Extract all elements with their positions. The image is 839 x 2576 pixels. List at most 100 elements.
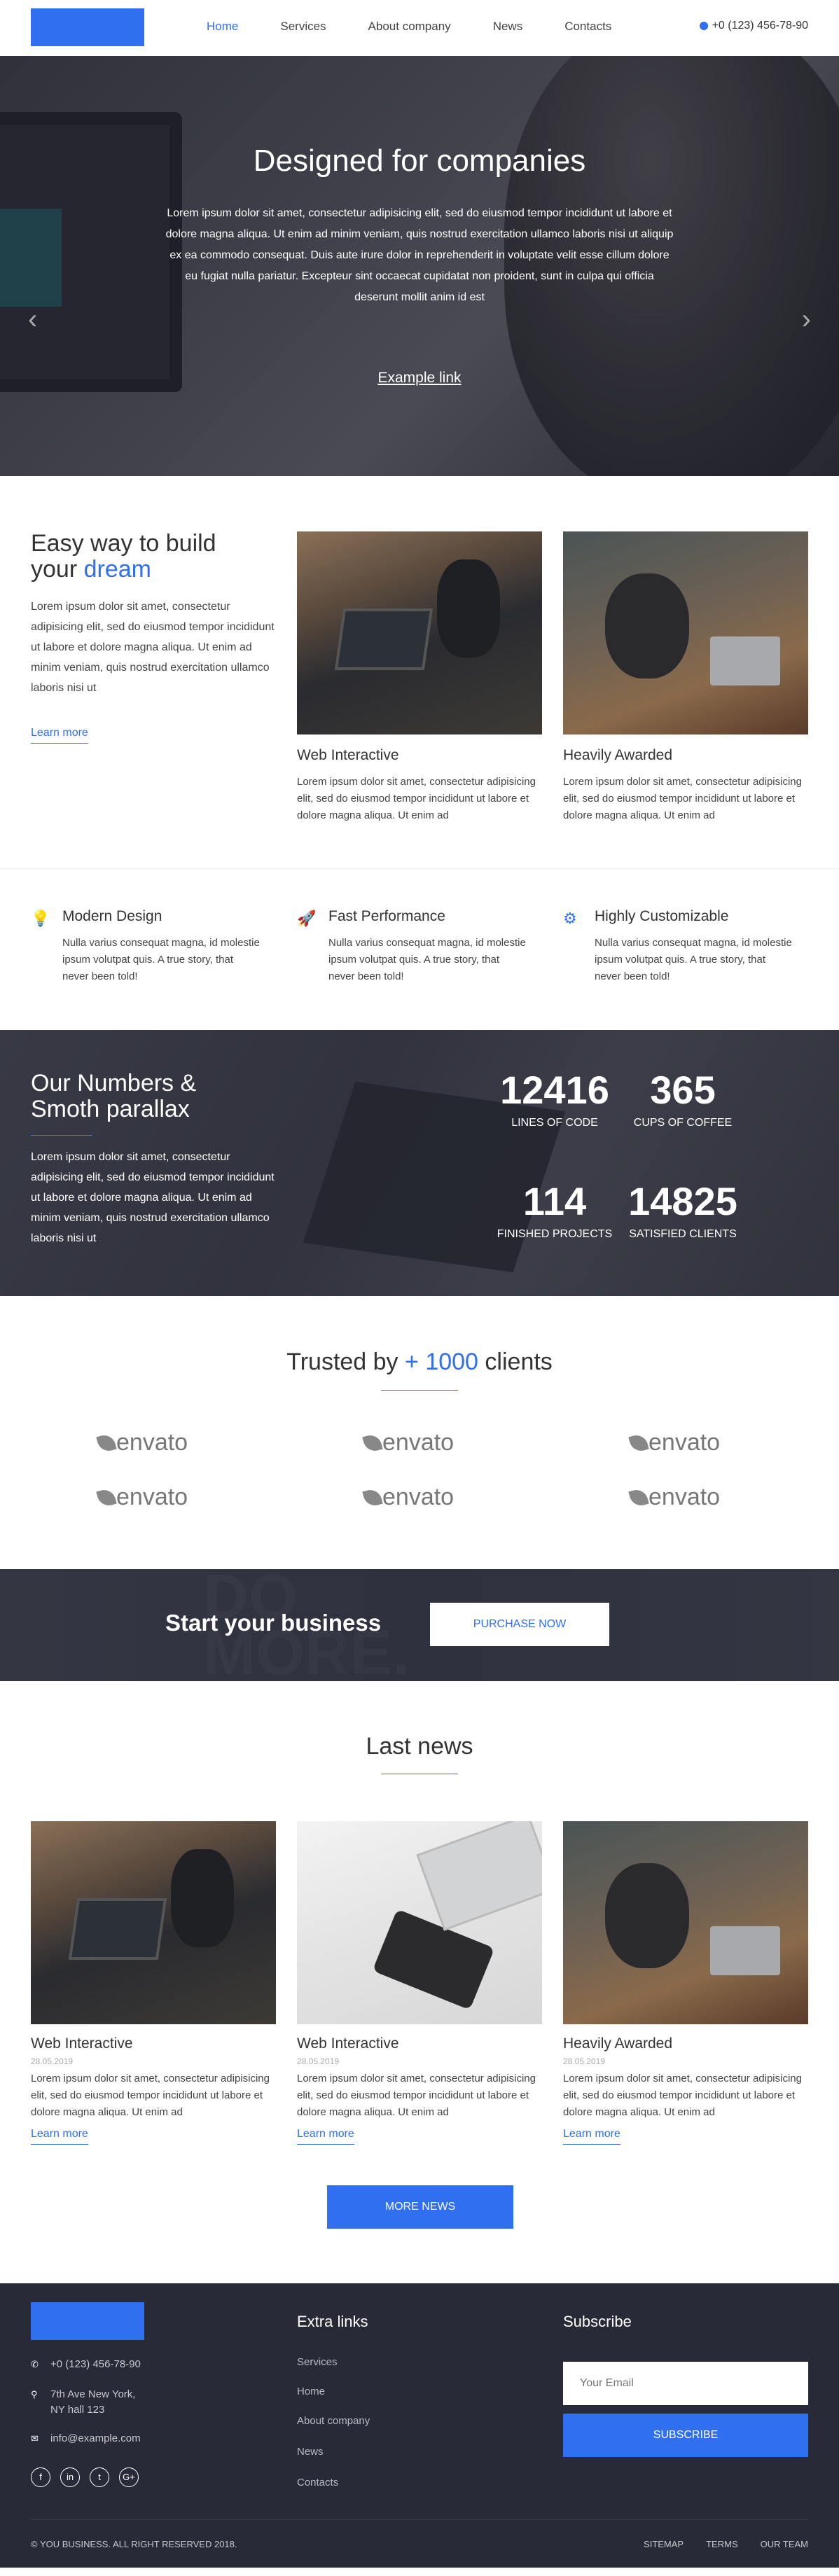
envato-leaf-icon	[362, 1487, 383, 1508]
news-card: Web Interactive 28.05.2019 Lorem ipsum d…	[31, 1821, 276, 2145]
more-news-button[interactable]: MORE NEWS	[327, 2185, 513, 2229]
site-header: Home Services About company News Contact…	[0, 0, 839, 56]
card-title: Heavily Awarded	[563, 747, 673, 763]
numbers-title: Our Numbers & Smoth parallax	[31, 1070, 197, 1122]
phone-icon: ✆	[31, 2359, 39, 2369]
phone-icon	[699, 22, 708, 30]
rocket-icon: 🚀	[297, 910, 317, 927]
stat-value: 114	[522, 1179, 587, 1223]
stat-label: CUPS OF COFFEE	[633, 1117, 733, 1129]
intro-section: Easy way to build your dream Lorem ipsum …	[0, 476, 839, 868]
feature-title: Highly Customizable	[595, 908, 729, 924]
hero-text: Lorem ipsum dolor sit amet, consectetur …	[165, 207, 674, 303]
client-logo: envato	[96, 1484, 188, 1511]
purchase-now-button[interactable]: PURCHASE NOW	[430, 1603, 609, 1646]
header-phone[interactable]: +0 (123) 456-78-90	[699, 20, 808, 32]
news-date: 28.05.2019	[563, 2056, 606, 2066]
twitter-icon[interactable]: t	[90, 2467, 109, 2487]
main-nav: Home Services About company News Contact…	[207, 20, 653, 34]
stat-value: 365	[650, 1068, 716, 1112]
client-logo: envato	[628, 1429, 720, 1456]
cta-section: DOMORE. Start your business PURCHASE NOW	[0, 1569, 839, 1681]
intro-card: Heavily Awarded Lorem ipsum dolor sit am…	[563, 531, 808, 824]
google-plus-icon[interactable]: G+	[119, 2467, 139, 2487]
news-card-title[interactable]: Web Interactive	[297, 2035, 542, 2052]
slider-next-icon[interactable]: ›	[802, 304, 811, 335]
footer-link-about[interactable]: About company	[297, 2415, 370, 2427]
news-image[interactable]	[563, 1821, 808, 2024]
intro-card: Web Interactive Lorem ipsum dolor sit am…	[297, 531, 542, 824]
subscribe-email-input[interactable]	[563, 2362, 808, 2405]
intro-learn-more-link[interactable]: Learn more	[31, 727, 88, 744]
gears-icon: ⚙	[563, 910, 577, 927]
card-title: Web Interactive	[297, 747, 399, 763]
card-text: Lorem ipsum dolor sit amet, consectetur …	[297, 776, 536, 821]
facebook-icon[interactable]: f	[31, 2467, 50, 2487]
news-learn-more-link[interactable]: Learn more	[563, 2128, 620, 2145]
envato-leaf-icon	[362, 1432, 383, 1454]
terms-link[interactable]: TERMS	[706, 2539, 738, 2549]
news-learn-more-link[interactable]: Learn more	[297, 2128, 354, 2145]
envato-leaf-icon	[628, 1487, 649, 1508]
footer-logo[interactable]	[31, 2302, 144, 2340]
stat-label: FINISHED PROJECTS	[497, 1228, 613, 1240]
stat-item: 114 FINISHED PROJECTS	[492, 1181, 618, 1241]
team-cafe-image	[563, 531, 808, 734]
feature-text: Nulla varius consequat magna, id molesti…	[595, 937, 792, 982]
intro-text: Lorem ipsum dolor sit amet, consectetur …	[31, 601, 275, 694]
footer-divider	[31, 2519, 808, 2520]
site-logo[interactable]	[31, 8, 144, 46]
feature-text: Nulla varius consequat magna, id molesti…	[328, 937, 526, 982]
nav-contacts[interactable]: Contacts	[564, 20, 611, 34]
client-logo: envato	[362, 1484, 454, 1511]
trusted-title: Trusted by + 1000 clients	[286, 1349, 553, 1375]
feature-text: Nulla varius consequat magna, id molesti…	[62, 937, 260, 982]
news-section: Last news Web Interactive 28.05.2019 Lor…	[0, 1681, 839, 2283]
feature-item: 🚀 Fast Performance Nulla varius consequa…	[297, 908, 528, 985]
team-office-image	[297, 531, 542, 734]
header-phone-number: +0 (123) 456-78-90	[712, 20, 808, 32]
stat-label: SATISFIED CLIENTS	[629, 1228, 737, 1240]
trusted-section: Trusted by + 1000 clients envato envato …	[0, 1296, 839, 1569]
client-logo: envato	[362, 1429, 454, 1456]
numbers-text: Lorem ipsum dolor sit amet, consectetur …	[31, 1151, 275, 1244]
slider-prev-icon[interactable]: ‹	[28, 304, 37, 335]
footer-phone[interactable]: ✆ +0 (123) 456-78-90	[31, 2357, 141, 2372]
news-image[interactable]	[297, 1821, 542, 2024]
news-date: 28.05.2019	[31, 2056, 74, 2066]
news-card-title[interactable]: Heavily Awarded	[563, 2035, 808, 2052]
news-card: Web Interactive 28.05.2019 Lorem ipsum d…	[297, 1821, 542, 2145]
stat-item: 12416 LINES OF CODE	[499, 1069, 611, 1129]
news-card-text: Lorem ipsum dolor sit amet, consectetur …	[563, 2073, 802, 2118]
feature-item: 💡 Modern Design Nulla varius consequat m…	[31, 908, 262, 985]
news-card-text: Lorem ipsum dolor sit amet, consectetur …	[297, 2073, 536, 2118]
copyright-text: © YOU BUSINESS. ALL RIGHT RESERVED 2018.	[31, 2539, 237, 2549]
footer-link-contacts[interactable]: Contacts	[297, 2477, 338, 2488]
news-card: Heavily Awarded 28.05.2019 Lorem ipsum d…	[563, 1821, 808, 2145]
footer-email[interactable]: ✉ info@example.com	[31, 2431, 141, 2446]
footer-link-services[interactable]: Services	[297, 2356, 338, 2368]
news-image[interactable]	[31, 1821, 276, 2024]
legal-links: SITEMAP TERMS OUR TEAM	[644, 2539, 808, 2549]
nav-services[interactable]: Services	[280, 20, 326, 34]
hero-slider: ‹ › Designed for companies Lorem ipsum d…	[0, 56, 839, 476]
hero-example-link[interactable]: Example link	[377, 370, 461, 386]
footer-link-home[interactable]: Home	[297, 2386, 325, 2397]
linkedin-icon[interactable]: in	[60, 2467, 80, 2487]
nav-news[interactable]: News	[493, 20, 523, 34]
sitemap-link[interactable]: SITEMAP	[644, 2539, 684, 2549]
news-card-title[interactable]: Web Interactive	[31, 2035, 276, 2052]
footer-link-news[interactable]: News	[297, 2446, 324, 2458]
intro-title: Easy way to build your dream	[31, 530, 216, 583]
social-links: f in t G+	[31, 2467, 139, 2487]
stat-label: LINES OF CODE	[511, 1117, 598, 1129]
nav-home[interactable]: Home	[207, 20, 238, 34]
news-learn-more-link[interactable]: Learn more	[31, 2128, 88, 2145]
subscribe-button[interactable]: SUBSCRIBE	[563, 2414, 808, 2457]
numbers-section: Our Numbers & Smoth parallax Lorem ipsum …	[0, 1030, 839, 1296]
nav-about[interactable]: About company	[368, 20, 451, 34]
our-team-link[interactable]: OUR TEAM	[761, 2539, 808, 2549]
envato-leaf-icon	[96, 1432, 117, 1454]
feature-title: Fast Performance	[328, 908, 445, 924]
stat-value: 14825	[628, 1179, 737, 1223]
